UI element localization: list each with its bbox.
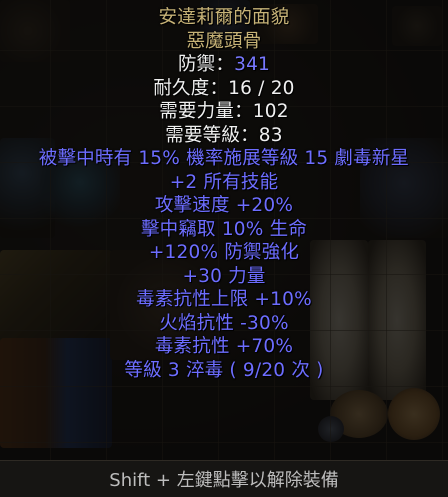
unequip-hint: Shift + 左鍵點擊以解除裝備 xyxy=(109,470,339,491)
inventory-grid xyxy=(0,0,448,460)
inventory-background xyxy=(0,0,448,460)
unequip-hint-bar: Shift + 左鍵點擊以解除裝備 xyxy=(0,460,448,497)
